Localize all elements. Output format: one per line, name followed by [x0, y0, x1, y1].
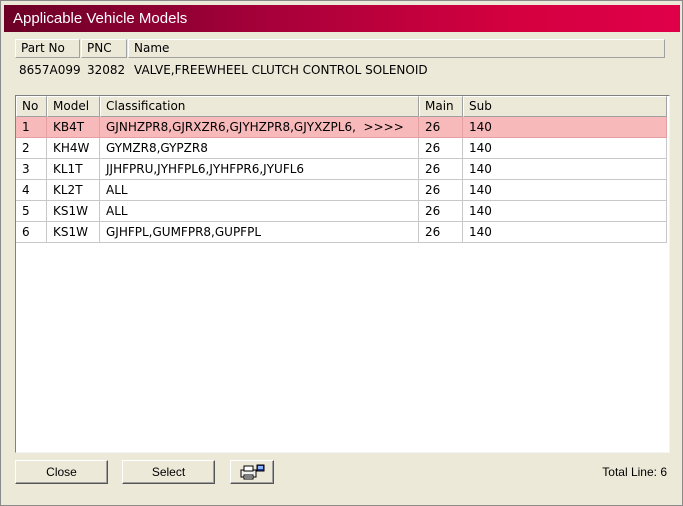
cell-main: 26 [419, 180, 463, 201]
applicable-models-dialog: Applicable Vehicle Models Part No PNC Na… [0, 0, 683, 506]
cell-main: 26 [419, 201, 463, 222]
pnc-value: 32082 [87, 63, 126, 77]
table-row[interactable]: 3 KL1T JJHFPRU,JYHFPL6,JYHFPR6,JYUFL6 26… [16, 159, 667, 180]
cell-no: 6 [16, 222, 47, 243]
select-button[interactable]: Select [122, 460, 215, 484]
table-row[interactable]: 4 KL2T ALL 26 140 [16, 180, 667, 201]
cell-sub: 140 [463, 159, 667, 180]
cell-classification: GYMZR8,GYPZR8 [100, 138, 419, 159]
cell-model: KL1T [47, 159, 100, 180]
close-button[interactable]: Close [15, 460, 108, 484]
table-row[interactable]: 2 KH4W GYMZR8,GYPZR8 26 140 [16, 138, 667, 159]
column-header-classification[interactable]: Classification [100, 96, 419, 117]
cell-classification: GJHFPL,GUMFPR8,GUPFPL [100, 222, 419, 243]
printer-icon [240, 464, 265, 480]
cell-model: KH4W [47, 138, 100, 159]
cell-no: 5 [16, 201, 47, 222]
table-row[interactable]: 6 KS1W GJHFPL,GUMFPR8,GUPFPL 26 140 [16, 222, 667, 243]
table-row[interactable]: 5 KS1W ALL 26 140 [16, 201, 667, 222]
cell-no: 3 [16, 159, 47, 180]
cell-model: KL2T [47, 180, 100, 201]
cell-sub: 140 [463, 201, 667, 222]
cell-sub: 140 [463, 222, 667, 243]
cell-main: 26 [419, 159, 463, 180]
more-indicator: >>>> [363, 120, 404, 134]
cell-main: 26 [419, 222, 463, 243]
cell-model: KS1W [47, 201, 100, 222]
cell-main: 26 [419, 117, 463, 138]
table-row[interactable]: 1 KB4T GJNHZPR8,GJRXZR6,GJYHZPR8,GJYXZPL… [16, 117, 667, 138]
print-button[interactable] [230, 460, 274, 484]
name-header: Name [128, 39, 665, 58]
cell-no: 2 [16, 138, 47, 159]
classification-text: GJNHZPR8,GJRXZR6,GJYHZPR8,GJYXZPL6, [106, 120, 356, 134]
column-header-main[interactable]: Main [419, 96, 463, 117]
cell-model: KS1W [47, 222, 100, 243]
vehicle-models-grid: No Model Classification Main Sub 1 KB4T … [15, 95, 670, 453]
cell-sub: 140 [463, 117, 667, 138]
total-line-count: Total Line: 6 [602, 465, 667, 479]
cell-no: 4 [16, 180, 47, 201]
pnc-header: PNC [81, 39, 127, 58]
cell-no: 1 [16, 117, 47, 138]
cell-sub: 140 [463, 138, 667, 159]
cell-sub: 140 [463, 180, 667, 201]
cell-classification: ALL [100, 180, 419, 201]
part-no-value: 8657A099 [19, 63, 81, 77]
grid-header: No Model Classification Main Sub [16, 96, 667, 117]
window-title: Applicable Vehicle Models [4, 5, 680, 32]
column-header-sub[interactable]: Sub [463, 96, 667, 117]
cell-classification: JJHFPRU,JYHFPL6,JYHFPR6,JYUFL6 [100, 159, 419, 180]
cell-model: KB4T [47, 117, 100, 138]
column-header-no[interactable]: No [16, 96, 47, 117]
part-info-panel: Part No PNC Name 8657A099 32082 VALVE,FR… [15, 39, 665, 89]
column-header-model[interactable]: Model [47, 96, 100, 117]
part-name-value: VALVE,FREEWHEEL CLUTCH CONTROL SOLENOID [134, 63, 428, 77]
cell-classification: ALL [100, 201, 419, 222]
cell-main: 26 [419, 138, 463, 159]
cell-classification: GJNHZPR8,GJRXZR6,GJYHZPR8,GJYXZPL6, >>>> [100, 117, 419, 138]
part-no-header: Part No [15, 39, 80, 58]
